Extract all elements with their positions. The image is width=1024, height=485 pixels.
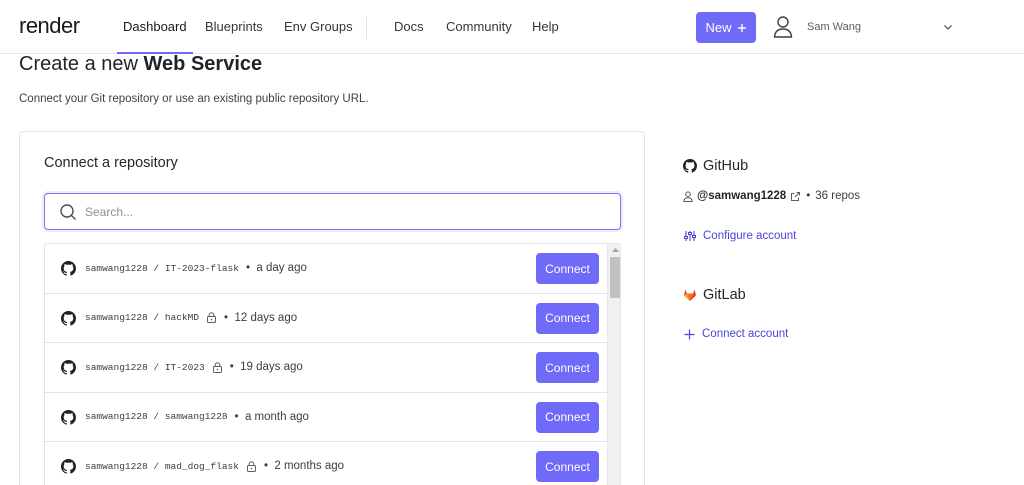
user-avatar-icon[interactable] (773, 15, 793, 39)
top-navigation-bar: render Dashboard Blueprints Env Groups D… (0, 0, 1024, 54)
connect-button[interactable]: Connect (536, 253, 599, 284)
gitlab-section-title: GitLab (683, 287, 746, 303)
separator-dot: • (806, 190, 811, 202)
repo-name[interactable]: samwang1228 / samwang1228 (85, 411, 228, 422)
repo-name[interactable]: samwang1228 / IT-2023 (85, 362, 205, 373)
new-button[interactable]: New (696, 12, 756, 43)
external-link-icon[interactable] (790, 191, 801, 202)
repo-list-scrollbar[interactable] (607, 244, 620, 485)
gitlab-title: GitLab (703, 287, 746, 303)
chevron-down-icon[interactable] (942, 21, 954, 33)
github-icon (61, 360, 76, 375)
nav-help-label[interactable]: Help (532, 0, 559, 54)
nav-community-label[interactable]: Community (446, 0, 512, 54)
card-title: Connect a repository (44, 155, 178, 171)
repo-info: samwang1228 / samwang1228 • a month ago (85, 411, 309, 423)
page-title-prefix: Create a new (19, 53, 138, 75)
repo-name[interactable]: samwang1228 / IT-2023-flask (85, 263, 239, 274)
repo-search-input[interactable] (85, 201, 605, 223)
nav-dashboard-label[interactable]: Dashboard (117, 0, 193, 54)
nav-item-docs[interactable]: Docs (394, 0, 424, 54)
lock-icon (212, 361, 222, 373)
nav-item-env-groups[interactable]: Env Groups (284, 0, 353, 54)
connect-gitlab-account-link[interactable]: Connect account (684, 328, 788, 340)
configure-account-label[interactable]: Configure account (703, 230, 796, 242)
github-account-info: @samwang1228 • 36 repos (683, 190, 860, 202)
repo-search-box[interactable] (44, 193, 621, 230)
github-icon (61, 261, 76, 276)
page-subtitle: Connect your Git repository or use an ex… (19, 93, 369, 105)
repo-updated: • a day ago (245, 262, 307, 274)
repo-list: samwang1228 / IT-2023-flask • a day ago … (44, 243, 621, 485)
lock-icon (207, 312, 217, 323)
repo-info: samwang1228 / IT-2023 • 19 days ago (85, 361, 303, 373)
repo-updated: • 19 days ago (229, 361, 303, 373)
github-handle[interactable]: @samwang1228 (697, 190, 786, 202)
github-title: GitHub (703, 158, 749, 174)
connect-button[interactable]: Connect (536, 302, 599, 334)
page-title: Create a new Web Service (19, 53, 262, 76)
nav-docs-label[interactable]: Docs (394, 0, 424, 54)
plus-icon (684, 329, 695, 339)
nav-blueprints-label[interactable]: Blueprints (205, 0, 263, 54)
nav-item-dashboard[interactable]: Dashboard (117, 0, 193, 54)
scroll-up-arrow-icon[interactable] (611, 246, 620, 254)
scrollbar-thumb[interactable] (610, 257, 620, 298)
repo-row: samwang1228 / hackMD • 12 days ago Conne… (45, 294, 607, 343)
repo-info: samwang1228 / mad_dog_flask • 2 months a… (85, 460, 344, 472)
github-icon (61, 409, 76, 425)
render-logo[interactable]: render (19, 13, 80, 39)
repo-updated: • 12 days ago (224, 311, 298, 324)
repo-row: samwang1228 / mad_dog_flask • 2 months a… (45, 442, 607, 485)
user-icon (683, 190, 693, 202)
nav-item-community[interactable]: Community (446, 0, 512, 54)
nav-env-groups-label[interactable]: Env Groups (284, 0, 353, 54)
github-icon (683, 159, 697, 173)
plus-icon (737, 23, 746, 32)
github-section-title: GitHub (683, 158, 748, 174)
connect-button[interactable]: Connect (536, 352, 599, 383)
repo-name[interactable]: samwang1228 / hackMD (85, 312, 199, 323)
nav-item-blueprints[interactable]: Blueprints (205, 0, 263, 54)
connect-button[interactable]: Connect (536, 401, 599, 433)
repo-updated: • a month ago (234, 410, 309, 423)
github-repo-count: 36 repos (815, 190, 861, 202)
page-title-service: Web Service (143, 53, 263, 75)
repo-info: samwang1228 / IT-2023-flask • a day ago (85, 262, 307, 274)
github-icon (61, 459, 76, 474)
github-icon (61, 310, 76, 326)
lock-icon (246, 460, 256, 472)
repo-row: samwang1228 / IT-2023-flask • a day ago … (45, 244, 607, 294)
user-name[interactable]: Sam Wang (807, 21, 861, 33)
repo-row: samwang1228 / samwang1228 • a month ago … (45, 393, 607, 442)
connect-repository-card: Connect a repository samwang1228 / IT-20… (19, 131, 645, 485)
nav-divider (366, 17, 367, 39)
repo-updated: • 2 months ago (263, 460, 345, 472)
new-button-label: New (705, 20, 732, 35)
nav-item-help[interactable]: Help (532, 0, 559, 54)
connect-button[interactable]: Connect (536, 451, 599, 482)
repo-row: samwang1228 / IT-2023 • 19 days ago Conn… (45, 343, 607, 393)
sliders-icon (684, 231, 696, 241)
repo-name[interactable]: samwang1228 / mad_dog_flask (85, 461, 239, 472)
connect-account-label[interactable]: Connect account (702, 328, 788, 340)
repo-info: samwang1228 / hackMD • 12 days ago (85, 312, 297, 324)
gitlab-icon (684, 289, 696, 301)
search-icon (60, 204, 76, 220)
configure-account-link[interactable]: Configure account (684, 230, 796, 242)
